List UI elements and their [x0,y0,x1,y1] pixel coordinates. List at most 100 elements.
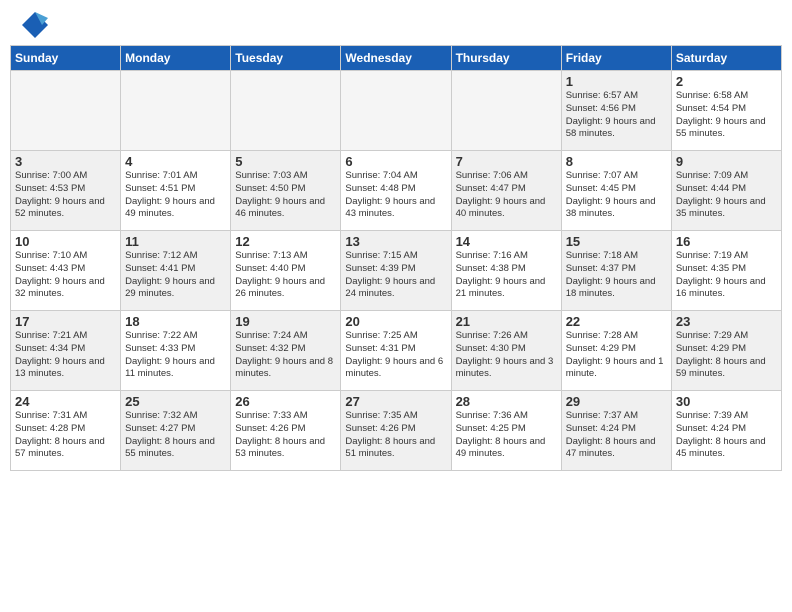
logo [20,10,54,40]
day-info: Sunrise: 7:37 AM Sunset: 4:24 PM Dayligh… [566,410,667,461]
day-number: 12 [235,234,336,249]
day-info: Sunrise: 6:57 AM Sunset: 4:56 PM Dayligh… [566,90,667,141]
day-info: Sunrise: 7:12 AM Sunset: 4:41 PM Dayligh… [125,250,226,301]
day-info: Sunrise: 7:07 AM Sunset: 4:45 PM Dayligh… [566,170,667,221]
calendar-cell-27: 27Sunrise: 7:35 AM Sunset: 4:26 PM Dayli… [341,391,451,471]
day-number: 15 [566,234,667,249]
day-info: Sunrise: 7:15 AM Sunset: 4:39 PM Dayligh… [345,250,446,301]
weekday-header-saturday: Saturday [671,46,781,71]
day-number: 17 [15,314,116,329]
day-info: Sunrise: 7:33 AM Sunset: 4:26 PM Dayligh… [235,410,336,461]
calendar-cell-13: 13Sunrise: 7:15 AM Sunset: 4:39 PM Dayli… [341,231,451,311]
day-number: 10 [15,234,116,249]
day-info: Sunrise: 7:24 AM Sunset: 4:32 PM Dayligh… [235,330,336,381]
day-info: Sunrise: 7:35 AM Sunset: 4:26 PM Dayligh… [345,410,446,461]
page-header [0,0,792,45]
calendar-cell-21: 21Sunrise: 7:26 AM Sunset: 4:30 PM Dayli… [451,311,561,391]
calendar-cell-empty-0-4 [451,71,561,151]
day-info: Sunrise: 7:25 AM Sunset: 4:31 PM Dayligh… [345,330,446,381]
calendar-table: SundayMondayTuesdayWednesdayThursdayFrid… [10,45,782,471]
day-number: 29 [566,394,667,409]
day-number: 28 [456,394,557,409]
day-number: 5 [235,154,336,169]
calendar-cell-29: 29Sunrise: 7:37 AM Sunset: 4:24 PM Dayli… [561,391,671,471]
weekday-header-tuesday: Tuesday [231,46,341,71]
day-info: Sunrise: 7:29 AM Sunset: 4:29 PM Dayligh… [676,330,777,381]
day-number: 9 [676,154,777,169]
logo-icon [20,10,50,40]
calendar-cell-empty-0-1 [121,71,231,151]
day-number: 2 [676,74,777,89]
calendar-cell-25: 25Sunrise: 7:32 AM Sunset: 4:27 PM Dayli… [121,391,231,471]
calendar-cell-5: 5Sunrise: 7:03 AM Sunset: 4:50 PM Daylig… [231,151,341,231]
calendar-cell-28: 28Sunrise: 7:36 AM Sunset: 4:25 PM Dayli… [451,391,561,471]
calendar-cell-14: 14Sunrise: 7:16 AM Sunset: 4:38 PM Dayli… [451,231,561,311]
day-number: 23 [676,314,777,329]
calendar-cell-20: 20Sunrise: 7:25 AM Sunset: 4:31 PM Dayli… [341,311,451,391]
calendar-cell-30: 30Sunrise: 7:39 AM Sunset: 4:24 PM Dayli… [671,391,781,471]
day-number: 21 [456,314,557,329]
day-info: Sunrise: 7:09 AM Sunset: 4:44 PM Dayligh… [676,170,777,221]
week-row-2: 10Sunrise: 7:10 AM Sunset: 4:43 PM Dayli… [11,231,782,311]
day-info: Sunrise: 7:32 AM Sunset: 4:27 PM Dayligh… [125,410,226,461]
calendar-header: SundayMondayTuesdayWednesdayThursdayFrid… [11,46,782,71]
day-info: Sunrise: 7:06 AM Sunset: 4:47 PM Dayligh… [456,170,557,221]
day-info: Sunrise: 7:22 AM Sunset: 4:33 PM Dayligh… [125,330,226,381]
day-info: Sunrise: 7:21 AM Sunset: 4:34 PM Dayligh… [15,330,116,381]
calendar-cell-8: 8Sunrise: 7:07 AM Sunset: 4:45 PM Daylig… [561,151,671,231]
calendar-cell-2: 2Sunrise: 6:58 AM Sunset: 4:54 PM Daylig… [671,71,781,151]
calendar-cell-empty-0-0 [11,71,121,151]
calendar-cell-7: 7Sunrise: 7:06 AM Sunset: 4:47 PM Daylig… [451,151,561,231]
calendar-cell-15: 15Sunrise: 7:18 AM Sunset: 4:37 PM Dayli… [561,231,671,311]
calendar-cell-11: 11Sunrise: 7:12 AM Sunset: 4:41 PM Dayli… [121,231,231,311]
day-info: Sunrise: 7:19 AM Sunset: 4:35 PM Dayligh… [676,250,777,301]
weekday-header-friday: Friday [561,46,671,71]
calendar-cell-6: 6Sunrise: 7:04 AM Sunset: 4:48 PM Daylig… [341,151,451,231]
day-number: 18 [125,314,226,329]
weekday-header-sunday: Sunday [11,46,121,71]
calendar-cell-4: 4Sunrise: 7:01 AM Sunset: 4:51 PM Daylig… [121,151,231,231]
day-info: Sunrise: 7:39 AM Sunset: 4:24 PM Dayligh… [676,410,777,461]
day-info: Sunrise: 7:04 AM Sunset: 4:48 PM Dayligh… [345,170,446,221]
calendar-cell-9: 9Sunrise: 7:09 AM Sunset: 4:44 PM Daylig… [671,151,781,231]
calendar-cell-empty-0-3 [341,71,451,151]
day-info: Sunrise: 7:28 AM Sunset: 4:29 PM Dayligh… [566,330,667,381]
day-number: 3 [15,154,116,169]
calendar-cell-24: 24Sunrise: 7:31 AM Sunset: 4:28 PM Dayli… [11,391,121,471]
calendar-cell-18: 18Sunrise: 7:22 AM Sunset: 4:33 PM Dayli… [121,311,231,391]
weekday-header-wednesday: Wednesday [341,46,451,71]
week-row-3: 17Sunrise: 7:21 AM Sunset: 4:34 PM Dayli… [11,311,782,391]
day-number: 16 [676,234,777,249]
calendar-cell-empty-0-2 [231,71,341,151]
calendar-cell-17: 17Sunrise: 7:21 AM Sunset: 4:34 PM Dayli… [11,311,121,391]
day-number: 26 [235,394,336,409]
day-info: Sunrise: 7:36 AM Sunset: 4:25 PM Dayligh… [456,410,557,461]
calendar-cell-1: 1Sunrise: 6:57 AM Sunset: 4:56 PM Daylig… [561,71,671,151]
day-info: Sunrise: 7:00 AM Sunset: 4:53 PM Dayligh… [15,170,116,221]
calendar-cell-16: 16Sunrise: 7:19 AM Sunset: 4:35 PM Dayli… [671,231,781,311]
calendar-cell-12: 12Sunrise: 7:13 AM Sunset: 4:40 PM Dayli… [231,231,341,311]
weekday-header-row: SundayMondayTuesdayWednesdayThursdayFrid… [11,46,782,71]
day-info: Sunrise: 7:01 AM Sunset: 4:51 PM Dayligh… [125,170,226,221]
day-number: 14 [456,234,557,249]
calendar-cell-3: 3Sunrise: 7:00 AM Sunset: 4:53 PM Daylig… [11,151,121,231]
day-info: Sunrise: 7:26 AM Sunset: 4:30 PM Dayligh… [456,330,557,381]
calendar-wrapper: SundayMondayTuesdayWednesdayThursdayFrid… [0,45,792,476]
day-number: 13 [345,234,446,249]
day-number: 30 [676,394,777,409]
weekday-header-monday: Monday [121,46,231,71]
day-number: 22 [566,314,667,329]
day-number: 8 [566,154,667,169]
day-info: Sunrise: 7:31 AM Sunset: 4:28 PM Dayligh… [15,410,116,461]
calendar-cell-23: 23Sunrise: 7:29 AM Sunset: 4:29 PM Dayli… [671,311,781,391]
calendar-cell-26: 26Sunrise: 7:33 AM Sunset: 4:26 PM Dayli… [231,391,341,471]
day-number: 24 [15,394,116,409]
day-info: Sunrise: 7:18 AM Sunset: 4:37 PM Dayligh… [566,250,667,301]
calendar-cell-22: 22Sunrise: 7:28 AM Sunset: 4:29 PM Dayli… [561,311,671,391]
day-number: 4 [125,154,226,169]
day-info: Sunrise: 7:13 AM Sunset: 4:40 PM Dayligh… [235,250,336,301]
calendar-body: 1Sunrise: 6:57 AM Sunset: 4:56 PM Daylig… [11,71,782,471]
day-number: 1 [566,74,667,89]
day-info: Sunrise: 7:16 AM Sunset: 4:38 PM Dayligh… [456,250,557,301]
day-number: 6 [345,154,446,169]
